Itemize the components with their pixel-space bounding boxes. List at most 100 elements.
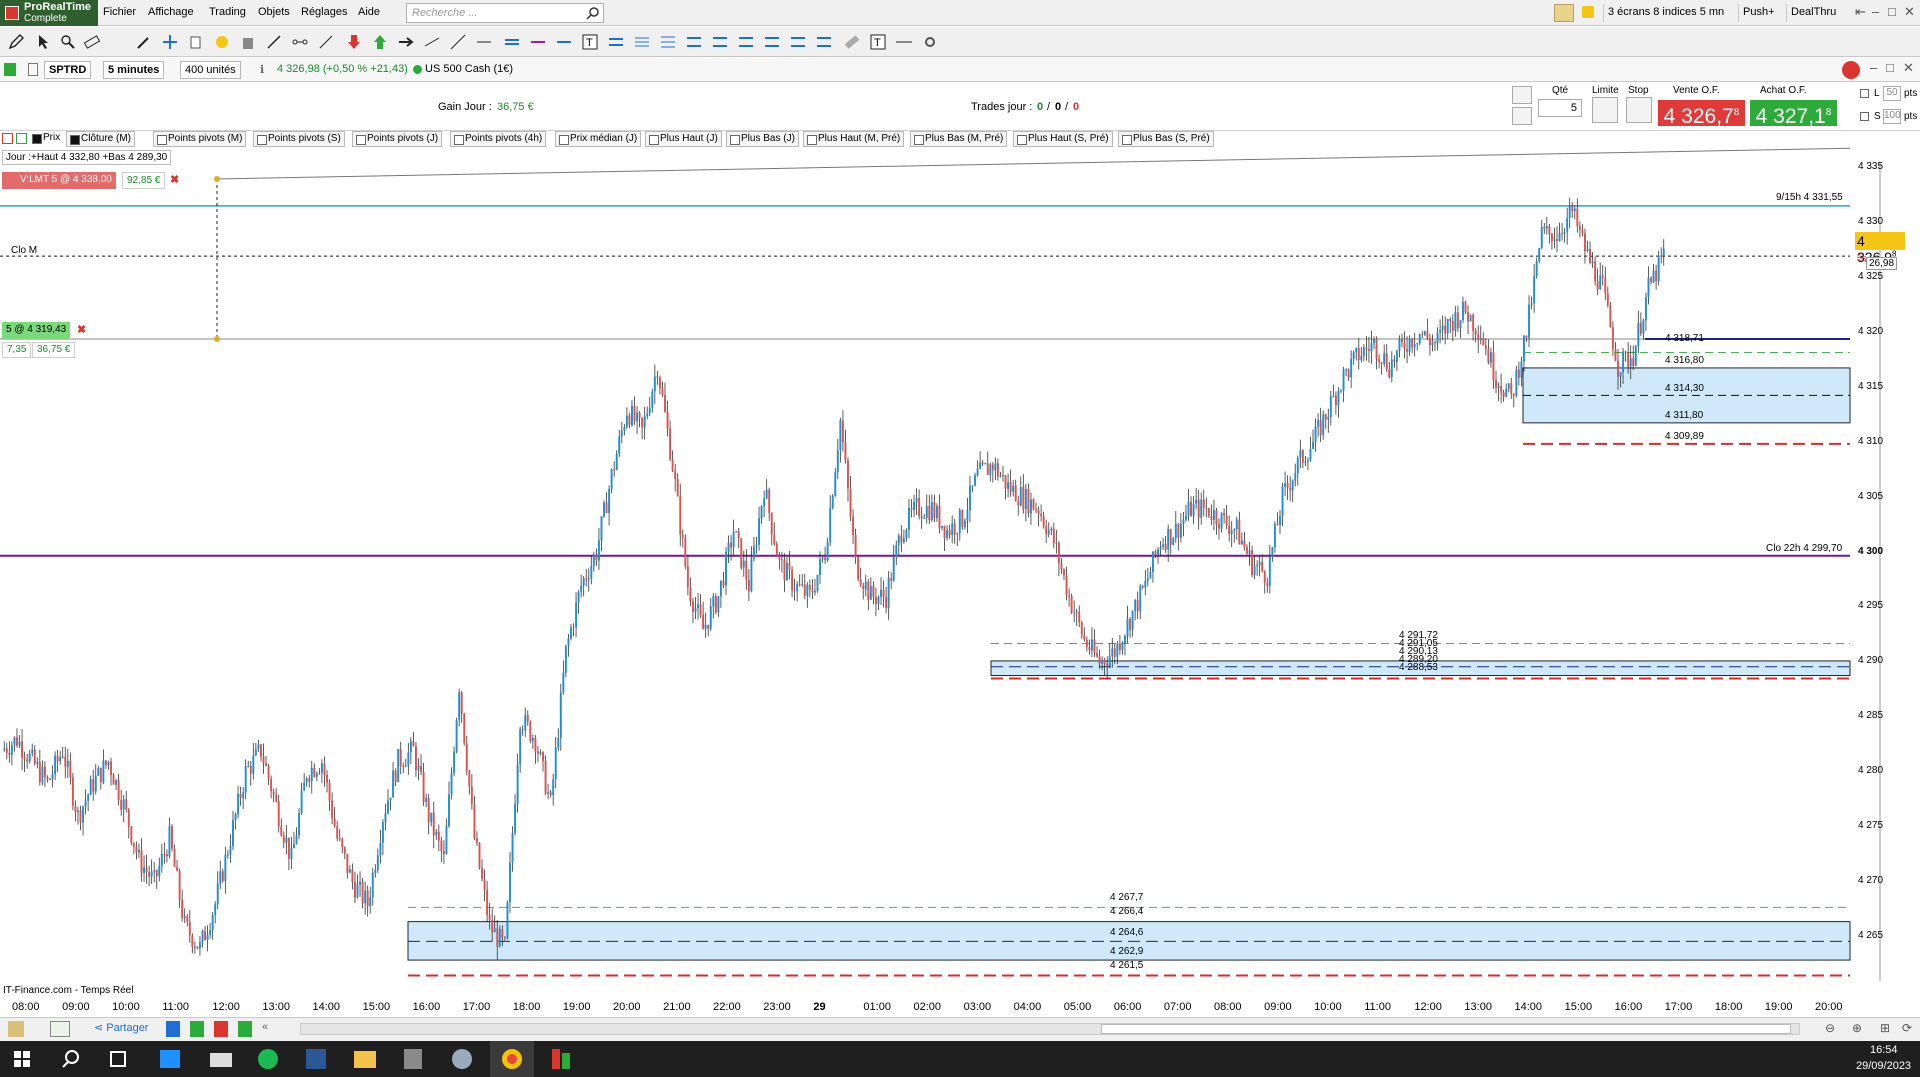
search-icon[interactable] — [586, 6, 600, 20]
pencil-icon[interactable] — [8, 34, 24, 50]
buy-button[interactable]: 4 327,18 — [1750, 100, 1837, 128]
screener-icon[interactable] — [238, 1021, 252, 1037]
trash-icon[interactable] — [240, 34, 256, 50]
menu-reglages[interactable]: Réglages — [301, 6, 347, 18]
menu-objets[interactable]: Objets — [258, 6, 290, 18]
windows-start-icon[interactable] — [14, 1051, 30, 1067]
tag-plus-bas-j[interactable]: Plus Bas (J) — [726, 131, 799, 147]
qte-input[interactable]: 5 — [1538, 99, 1582, 117]
copy-icon[interactable] — [188, 34, 204, 50]
channel-icon[interactable] — [504, 34, 520, 50]
folder-icon[interactable] — [354, 1051, 376, 1068]
tag-plus-haut-m[interactable]: Plus Haut (M, Pré) — [803, 131, 905, 147]
menu-trading[interactable]: Trading — [209, 6, 246, 18]
calc-icon[interactable] — [190, 1021, 204, 1037]
share-button[interactable]: ⋖ Partager — [94, 1021, 148, 1034]
scrollbar[interactable] — [300, 1023, 1800, 1035]
cycle-icon[interactable] — [738, 34, 754, 50]
order-tool-icon[interactable] — [1512, 86, 1532, 104]
cursor-icon[interactable] — [36, 34, 52, 50]
zoom-out-icon[interactable]: ⊖ — [1825, 1021, 1835, 1035]
fit-icon[interactable]: ⊞ — [1880, 1021, 1890, 1035]
tag-plus-haut-j[interactable]: Plus Haut (J) — [645, 131, 722, 147]
chart-minimize-icon[interactable]: – — [1870, 60, 1877, 75]
timeframe-select[interactable]: 5 minutes — [103, 61, 165, 79]
cancel-order-icon[interactable]: ✖ — [170, 173, 179, 186]
scroll-left-icon[interactable]: « — [262, 1021, 268, 1033]
text-box-icon[interactable]: T — [870, 34, 886, 50]
fan-icon[interactable] — [660, 34, 676, 50]
layout-button[interactable]: 3 écrans 8 indices 5 mn — [1603, 4, 1728, 22]
gann-icon[interactable] — [712, 34, 728, 50]
scrollbar-thumb[interactable] — [1101, 1024, 1791, 1034]
parallel-icon[interactable] — [424, 34, 440, 50]
info-icon[interactable]: ℹ — [260, 63, 264, 76]
order-book-icon[interactable] — [1512, 107, 1532, 125]
pitchfork-icon[interactable] — [686, 34, 702, 50]
prorealtime-icon-green[interactable] — [562, 1053, 570, 1069]
trendline-icon[interactable] — [318, 34, 334, 50]
hline-purple-icon[interactable] — [530, 34, 546, 50]
close-icon[interactable]: ✕ — [1904, 4, 1915, 20]
hline-long-icon[interactable] — [896, 34, 912, 50]
back-icon[interactable]: ⇤ — [1855, 4, 1866, 20]
sync-icon[interactable] — [1842, 61, 1860, 79]
s-checkbox[interactable] — [1860, 112, 1869, 121]
eraser-icon[interactable] — [844, 34, 860, 50]
line-tool-icon[interactable] — [266, 34, 282, 50]
hline-icon[interactable] — [476, 34, 492, 50]
spotify-icon[interactable] — [258, 1049, 278, 1069]
chart-close-icon[interactable]: ✕ — [1903, 60, 1914, 76]
chart-maximize-icon[interactable]: □ — [1886, 60, 1894, 75]
edit-icon[interactable] — [8, 1021, 24, 1037]
grid-icon[interactable] — [764, 34, 780, 50]
add-indicator-icon[interactable] — [2, 133, 13, 144]
tag-plus-bas-m[interactable]: Plus Bas (M, Pré) — [910, 131, 1008, 147]
ticker-select[interactable]: SPTRD — [44, 61, 92, 79]
task-view-icon[interactable] — [110, 1051, 126, 1067]
drawing-tool-icon[interactable] — [1554, 4, 1574, 22]
add-object-icon[interactable] — [16, 133, 27, 144]
chart-canvas[interactable] — [0, 131, 1920, 995]
tag-cloture-m[interactable]: Clôture (M) — [66, 131, 136, 147]
minimize-icon[interactable]: – — [1872, 4, 1879, 19]
prorealtime-icon-red[interactable] — [552, 1049, 560, 1069]
dealthru-button[interactable]: DealThru — [1786, 4, 1840, 22]
sell-arrow-icon[interactable] — [346, 34, 362, 50]
menu-aide[interactable]: Aide — [358, 6, 380, 18]
calculator-icon[interactable] — [404, 1049, 422, 1069]
tag-plus-bas-s[interactable]: Plus Bas (S, Pré) — [1118, 131, 1214, 147]
hline-blue-icon[interactable] — [556, 34, 572, 50]
zoom-icon[interactable] — [60, 34, 76, 50]
close-position-icon[interactable]: ✖ — [77, 323, 86, 336]
limite-button[interactable] — [1592, 97, 1618, 123]
stop-button[interactable] — [1626, 97, 1652, 123]
units-select[interactable]: 400 unités — [180, 61, 241, 79]
s-input[interactable]: 100 — [1883, 109, 1901, 124]
move-icon[interactable] — [162, 34, 178, 50]
settings-taskbar-icon[interactable] — [452, 1049, 472, 1069]
instrument-icon[interactable] — [4, 63, 16, 76]
auto-icon[interactable]: ⟳ — [1902, 1021, 1912, 1035]
segment-icon[interactable] — [292, 34, 308, 50]
app-logo[interactable]: ProRealTime Complete — [0, 0, 98, 26]
diagonal-icon[interactable] — [450, 34, 466, 50]
tag-plus-haut-s[interactable]: Plus Haut (S, Pré) — [1013, 131, 1113, 147]
alert-icon[interactable] — [1582, 6, 1594, 18]
l-input[interactable]: 50 — [1883, 86, 1901, 101]
text-icon[interactable]: T — [582, 34, 598, 50]
range-icon[interactable] — [608, 34, 624, 50]
ruler-icon[interactable] — [84, 34, 100, 50]
l-checkbox[interactable] — [1860, 89, 1869, 98]
tag-pivots-4h[interactable]: Points pivots (4h) — [450, 131, 547, 147]
maximize-icon[interactable]: □ — [1888, 4, 1896, 19]
store-icon[interactable] — [160, 1050, 180, 1068]
tag-prix-median[interactable]: Prix médian (J) — [555, 131, 642, 147]
magic-wand-icon[interactable] — [136, 34, 152, 50]
chrome-task[interactable] — [490, 1041, 534, 1077]
link-icon[interactable] — [28, 63, 38, 76]
menu-fichier[interactable]: Fichier — [103, 6, 136, 18]
position-tag[interactable]: 5 @ 4 319,43 — [2, 322, 71, 339]
menu-affichage[interactable]: Affichage — [148, 6, 194, 18]
tag-prix[interactable]: Prix — [29, 131, 63, 147]
